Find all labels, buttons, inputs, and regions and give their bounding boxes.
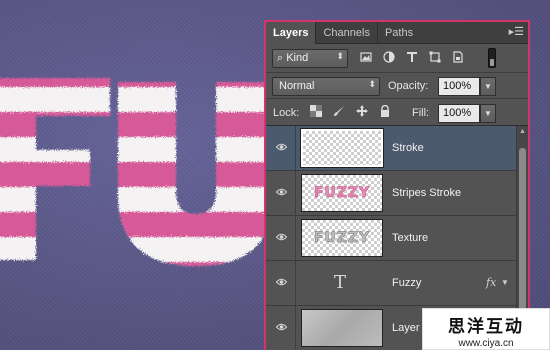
chevron-up-icon[interactable]: ▲ xyxy=(519,128,526,135)
visibility-toggle[interactable] xyxy=(266,216,296,261)
layer-effects-icon[interactable]: fx xyxy=(486,276,496,289)
visibility-toggle[interactable] xyxy=(266,306,296,350)
opacity-input[interactable]: 100% xyxy=(438,77,480,96)
layer-name[interactable]: Stripes Stroke xyxy=(392,187,461,199)
fill-label: Fill: xyxy=(412,107,430,119)
eye-icon xyxy=(276,143,287,151)
lock-row: Lock: Fill: 100% ▼ xyxy=(266,99,528,126)
eye-icon xyxy=(276,278,287,286)
pixel-layer-filter-icon[interactable] xyxy=(360,51,372,63)
type-layer-icon: T xyxy=(334,272,347,293)
layer-row-stroke[interactable]: Stroke xyxy=(266,126,516,171)
layer-row-fuzzy[interactable]: T Fuzzy fx ▼ xyxy=(266,261,516,306)
lock-label: Lock: xyxy=(273,107,300,119)
layer-thumbnail: FUZZY xyxy=(301,219,383,257)
blend-mode-value: Normal xyxy=(279,80,315,92)
visibility-toggle[interactable] xyxy=(266,171,296,216)
visibility-toggle[interactable] xyxy=(266,261,296,306)
layers-panel: Layers Channels Paths ▸☰ ⌕ Kind ⬍ Normal… xyxy=(264,20,530,350)
scrollbar-thumb[interactable] xyxy=(519,148,526,314)
chevron-updown-icon: ⬍ xyxy=(368,79,376,89)
eye-icon xyxy=(276,188,287,196)
lock-position-icon[interactable] xyxy=(356,105,368,117)
layer-row-texture[interactable]: FUZZY Texture xyxy=(266,216,516,261)
chevron-down-icon: ▼ xyxy=(484,109,492,118)
layer-filter-row: ⌕ Kind ⬍ xyxy=(266,45,528,73)
chevron-updown-icon: ⬍ xyxy=(336,51,344,61)
visibility-toggle[interactable] xyxy=(266,126,296,171)
layer-name[interactable]: Texture xyxy=(392,232,428,244)
adjustment-layer-filter-icon[interactable] xyxy=(383,51,395,63)
watermark-chinese-text: 思洋互动 xyxy=(448,317,524,337)
smart-object-filter-icon[interactable] xyxy=(452,51,464,63)
layer-name[interactable]: Stroke xyxy=(392,142,424,154)
layer-thumbnail xyxy=(300,128,384,168)
opacity-dropdown-button[interactable]: ▼ xyxy=(480,77,496,96)
blend-row: Normal ⬍ Opacity: 100% ▼ xyxy=(266,73,528,99)
opacity-label: Opacity: xyxy=(388,80,429,92)
watermark-url: www.ciya.cn xyxy=(458,338,514,349)
panel-menu-icon[interactable]: ▸☰ xyxy=(509,25,524,38)
lock-all-icon[interactable] xyxy=(379,105,391,117)
layer-row-stripes-stroke[interactable]: FUZZY Stripes Stroke xyxy=(266,171,516,216)
layer-name[interactable]: Fuzzy xyxy=(392,277,421,289)
site-watermark: 思洋互动 www.ciya.cn xyxy=(422,308,550,350)
type-layer-filter-icon[interactable] xyxy=(406,51,418,63)
lock-transparent-icon[interactable] xyxy=(310,105,322,117)
shape-layer-filter-icon[interactable] xyxy=(429,51,441,63)
panel-tab-bar: Layers Channels Paths ▸☰ xyxy=(266,22,528,44)
layer-thumbnail: FUZZY xyxy=(301,174,383,212)
blend-mode-select[interactable]: Normal ⬍ xyxy=(272,77,380,96)
eye-icon xyxy=(276,323,287,331)
layer-name[interactable]: Layer xyxy=(392,322,420,334)
filter-kind-select[interactable]: ⌕ Kind ⬍ xyxy=(272,49,348,68)
fill-dropdown-button[interactable]: ▼ xyxy=(480,104,496,123)
lock-image-icon[interactable] xyxy=(333,105,345,117)
search-icon: ⌕ xyxy=(277,52,287,64)
layer-thumbnail xyxy=(301,309,383,347)
tab-channels[interactable]: Channels xyxy=(316,22,378,44)
chevron-down-icon[interactable]: ▼ xyxy=(501,278,509,287)
filter-kind-label: Kind xyxy=(286,52,309,64)
filter-toggle-switch[interactable] xyxy=(488,48,496,68)
tab-paths[interactable]: Paths xyxy=(378,22,420,44)
eye-icon xyxy=(276,233,287,241)
chevron-down-icon: ▼ xyxy=(484,82,492,91)
tab-layers[interactable]: Layers xyxy=(266,22,317,44)
fill-input[interactable]: 100% xyxy=(438,104,480,123)
